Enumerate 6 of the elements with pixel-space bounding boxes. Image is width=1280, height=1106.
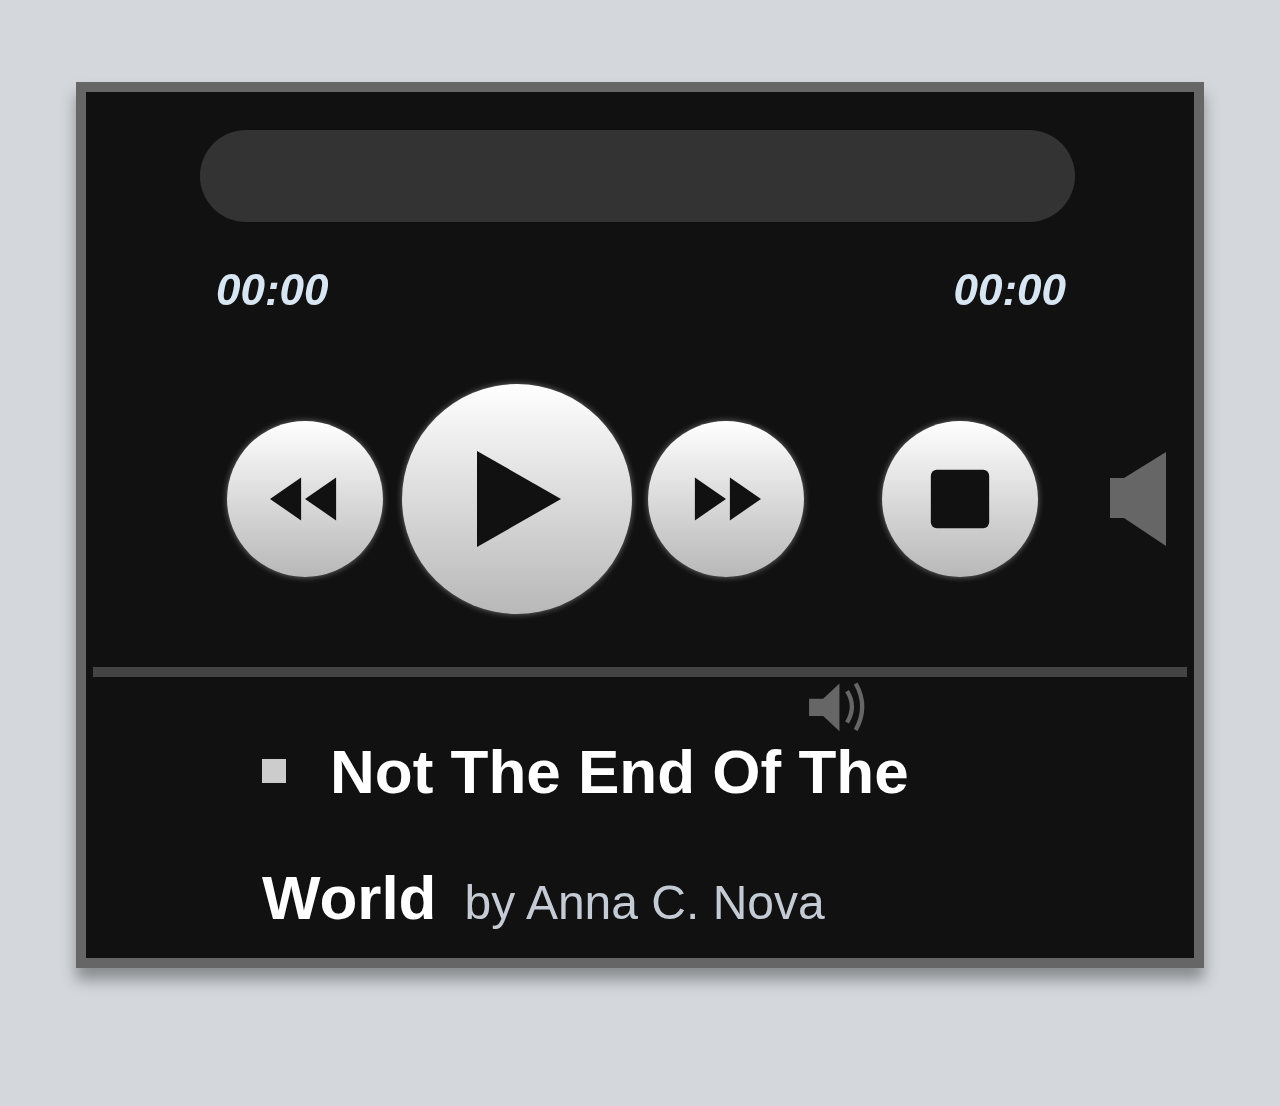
playlist-item[interactable]: Not The End Of The World by Anna C. Nova bbox=[262, 717, 1062, 958]
total-time: 00:00 bbox=[953, 264, 1066, 316]
bullet-icon bbox=[262, 759, 286, 783]
volume-icon[interactable] bbox=[1110, 452, 1166, 546]
speaker-icon[interactable] bbox=[808, 680, 866, 733]
elapsed-time: 00:00 bbox=[216, 264, 329, 316]
